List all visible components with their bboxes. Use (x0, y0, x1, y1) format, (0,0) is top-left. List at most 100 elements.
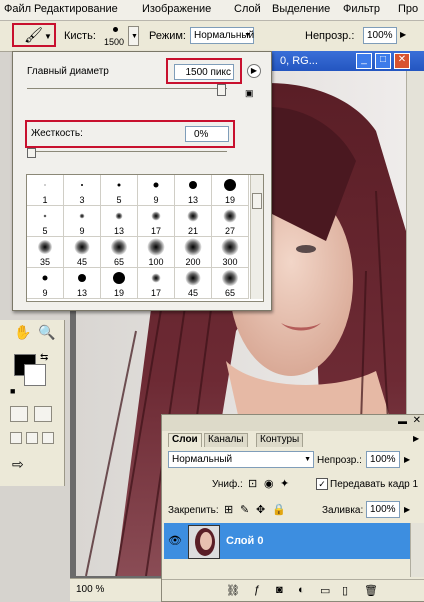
brush-preset[interactable]: 45 (175, 268, 212, 299)
brush-preset-size: 65 (113, 257, 124, 267)
brush-preset[interactable]: 5 (27, 206, 64, 237)
lock-position-icon[interactable]: ✥ (256, 503, 265, 516)
brush-preset[interactable]: 21 (175, 206, 212, 237)
default-colors-icon[interactable]: ■ (10, 386, 15, 396)
jump-to-imageready-icon[interactable]: ⇨ (12, 456, 24, 473)
close-icon[interactable]: ✕ (394, 53, 410, 69)
layer-opacity-input[interactable]: 100% (366, 451, 400, 468)
unify-label: Униф.: (212, 479, 243, 490)
fill-arrow-icon[interactable]: ▶ (404, 505, 410, 514)
lock-transparency-icon[interactable]: ⊞ (224, 503, 233, 516)
lock-all-icon[interactable]: 🔒 (272, 503, 286, 516)
link-layers-icon[interactable]: ⛓ (226, 584, 240, 597)
brush-preset[interactable]: 13 (64, 268, 101, 299)
preset-scroll-thumb[interactable] (252, 193, 262, 209)
swap-colors-icon[interactable]: ⇆ (40, 352, 48, 363)
new-group-icon[interactable]: ▭ (320, 584, 330, 597)
hardness-slider-track[interactable] (27, 151, 227, 152)
brush-preset[interactable]: 9 (64, 206, 101, 237)
opacity-input[interactable]: 100% (363, 27, 397, 44)
brush-preset-size: 45 (187, 288, 198, 298)
brush-preset-size: 21 (187, 226, 198, 236)
screen-mode-2-icon[interactable] (26, 432, 38, 444)
opacity-arrow-icon[interactable]: ▶ (400, 30, 406, 39)
brush-preset[interactable]: 13 (101, 206, 138, 237)
menu-layer[interactable]: Слой (234, 3, 261, 15)
hardness-value: 0% (194, 129, 209, 140)
background-color-swatch[interactable] (24, 364, 46, 386)
screen-mode-1-icon[interactable] (10, 432, 22, 444)
menu-more[interactable]: Про (398, 3, 418, 15)
brush-preset-size: 19 (224, 195, 235, 205)
hardness-slider-thumb[interactable] (27, 148, 36, 158)
brush-tip-icon (187, 210, 199, 222)
tab-layers[interactable]: Слои (168, 433, 202, 447)
panel-menu-icon[interactable]: ▶ (410, 434, 422, 447)
brush-preset[interactable]: 17 (138, 268, 175, 299)
minimize-icon[interactable]: _ (356, 53, 372, 69)
close-icon[interactable]: ✕ (413, 415, 421, 426)
zoom-tool-icon[interactable]: 🔍 (38, 324, 55, 341)
diameter-input[interactable]: 1500 пикс (174, 64, 234, 80)
brush-preset[interactable]: 65 (101, 237, 138, 268)
adjustment-layer-icon[interactable]: ◐ (298, 584, 305, 596)
brush-size-preview[interactable]: 1500 (104, 23, 128, 48)
maximize-icon[interactable]: □ (375, 53, 391, 69)
tab-paths[interactable]: Контуры (256, 433, 304, 447)
hand-tool-icon[interactable]: ✋ (14, 324, 31, 341)
layer-mask-icon[interactable]: ◙ (276, 584, 283, 596)
layers-scrollbar[interactable] (410, 523, 424, 577)
brush-preset[interactable]: 100 (138, 237, 175, 268)
brush-preset-size: 9 (79, 226, 85, 236)
blend-mode-dropdown[interactable]: Нормальный ▼ (168, 451, 314, 468)
eye-icon[interactable]: 👁 (168, 534, 182, 547)
brush-preset[interactable]: 9 (138, 175, 175, 206)
lock-image-icon[interactable]: ✎ (240, 503, 249, 516)
new-layer-icon[interactable]: ▯ (342, 584, 348, 597)
standard-mode-icon[interactable] (10, 406, 28, 422)
brush-preset[interactable]: 19 (101, 268, 138, 299)
preset-scrollbar[interactable] (250, 175, 263, 299)
unify-position-icon[interactable]: ⊡ (248, 477, 257, 490)
brush-preset[interactable]: 1 (27, 175, 64, 206)
minimize-icon[interactable]: ▬ (398, 416, 407, 426)
brush-tip-icon (153, 182, 159, 188)
trash-icon[interactable]: 🗑 (364, 584, 378, 597)
propagate-checkbox[interactable]: ✓ (316, 478, 328, 490)
brush-preset[interactable]: 35 (27, 237, 64, 268)
brush-preset[interactable]: 3 (64, 175, 101, 206)
brush-preset[interactable]: 200 (175, 237, 212, 268)
save-preset-icon[interactable]: ▣ (245, 88, 254, 99)
brush-preset[interactable]: 27 (212, 206, 249, 237)
fill-input[interactable]: 100% (366, 501, 400, 518)
brush-preset[interactable]: 19 (212, 175, 249, 206)
layer-row[interactable]: 👁 Слой 0 (164, 523, 410, 559)
brush-preset[interactable]: 300 (212, 237, 249, 268)
screen-mode-3-icon[interactable] (42, 432, 54, 444)
menu-edit[interactable]: Редактирование (34, 3, 118, 15)
menu-image[interactable]: Изображение (142, 3, 211, 15)
menu-filter[interactable]: Фильтр (343, 3, 380, 15)
diameter-slider-thumb[interactable] (217, 84, 226, 96)
brush-preset[interactable]: 65 (212, 268, 249, 299)
tool-preset-highlight[interactable]: 🖌 ▼ (12, 23, 56, 47)
brush-preset[interactable]: 13 (175, 175, 212, 206)
tab-channels[interactable]: Каналы (204, 433, 248, 447)
menu-file[interactable]: Файл (4, 3, 31, 15)
mode-dropdown[interactable]: Нормальный ▼ (190, 27, 254, 44)
brush-preset[interactable]: 9 (27, 268, 64, 299)
diameter-slider-track[interactable] (27, 88, 227, 89)
hardness-input[interactable]: 0% (185, 126, 229, 142)
brush-preset[interactable]: 5 (101, 175, 138, 206)
brush-picker-button[interactable]: ▼ (128, 26, 139, 46)
unify-style-icon[interactable]: ✦ (280, 477, 289, 490)
panel-menu-icon[interactable]: ▶ (247, 64, 261, 78)
brush-preset[interactable]: 17 (138, 206, 175, 237)
layer-name[interactable]: Слой 0 (226, 535, 263, 547)
opacity-arrow-icon[interactable]: ▶ (404, 455, 410, 464)
menu-select[interactable]: Выделение (272, 3, 330, 15)
unify-visibility-icon[interactable]: ◉ (264, 477, 274, 490)
quick-mask-icon[interactable] (34, 406, 52, 422)
brush-preset[interactable]: 45 (64, 237, 101, 268)
layer-style-icon[interactable]: ƒ (254, 584, 260, 596)
